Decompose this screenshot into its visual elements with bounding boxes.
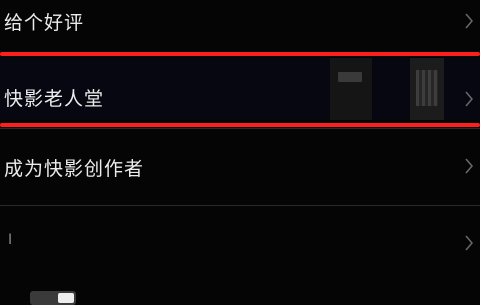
chevron-right-icon (464, 232, 474, 254)
row-label: 成为快影创作者 (4, 158, 145, 180)
row-label: 给个好评 (4, 12, 85, 34)
settings-row-elder-hall[interactable]: 快影老人堂 (0, 58, 480, 120)
highlight-bottom-line (0, 123, 480, 127)
row-label: 快影老人堂 (4, 88, 105, 110)
highlight-top-line (0, 52, 480, 56)
settings-row-rate[interactable]: 给个好评 (0, 0, 480, 46)
chevron-right-icon (464, 10, 474, 32)
settings-row-creator[interactable]: 成为快影创作者 (0, 129, 480, 205)
row-label: I (8, 232, 14, 248)
thumbnail-image (410, 58, 444, 120)
chevron-right-icon (464, 88, 474, 110)
thumbnail-image (330, 58, 372, 120)
chevron-right-icon (464, 155, 474, 177)
toggle-switch[interactable] (30, 291, 76, 305)
toggle-knob (58, 293, 74, 303)
settings-row-item[interactable]: I (0, 206, 480, 282)
